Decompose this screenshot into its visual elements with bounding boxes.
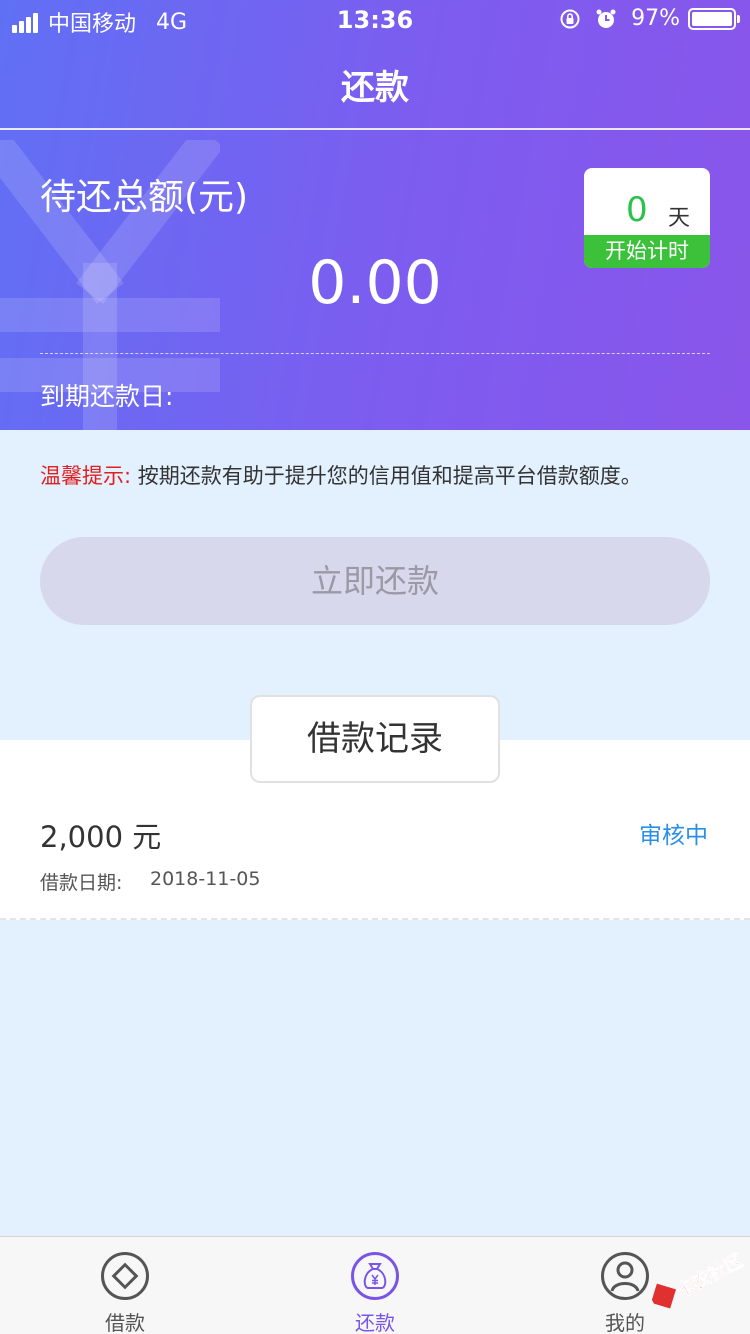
page-title: 还款: [341, 68, 409, 108]
tab-mine-label: 我的: [605, 1311, 645, 1334]
timer-unit: 天: [668, 206, 691, 231]
battery-icon: [688, 7, 740, 30]
battery-percent: 97%: [631, 6, 680, 31]
diamond-icon: [101, 1252, 149, 1300]
timer-card: 0 天 开始计时: [584, 168, 710, 268]
nav-divider: [0, 128, 750, 130]
tip-prefix: 温馨提示:: [40, 464, 132, 488]
tab-repay[interactable]: 还款: [250, 1237, 500, 1334]
record-date: 2018-11-05: [150, 868, 261, 890]
money-bag-icon: [351, 1252, 399, 1300]
record-amount: 2,000 元: [40, 820, 162, 854]
tab-borrow[interactable]: 借款: [0, 1237, 250, 1334]
timer-days: 0: [626, 190, 648, 230]
rotation-lock-icon: [560, 9, 580, 28]
record-status[interactable]: 审核中: [639, 816, 708, 850]
repay-now-button[interactable]: 立即还款: [40, 537, 710, 625]
tip-message: 温馨提示: 按期还款有助于提升您的信用值和提高平台借款额度。: [40, 460, 642, 490]
status-bar: 中国移动 4G 13:36 97%: [0, 0, 750, 40]
start-timer-button[interactable]: 开始计时: [584, 235, 710, 268]
record-date-label: 借款日期:: [40, 872, 123, 894]
due-date-label: 到期还款日:: [40, 382, 174, 411]
tab-repay-label: 还款: [355, 1311, 395, 1334]
loan-records-tab[interactable]: 借款记录: [250, 695, 500, 783]
dashed-divider: [40, 353, 710, 354]
total-amount-label: 待还总额(元): [40, 177, 249, 218]
tip-text: 按期还款有助于提升您的信用值和提高平台借款额度。: [137, 464, 642, 488]
alarm-icon: [596, 9, 616, 28]
tab-bar: 借款 还款 我的: [0, 1236, 750, 1334]
tab-borrow-label: 借款: [105, 1311, 145, 1334]
summary-header: 中国移动 4G 13:36 97% 还款 待还总额(元) 0.00 到期还款日:…: [0, 0, 750, 430]
